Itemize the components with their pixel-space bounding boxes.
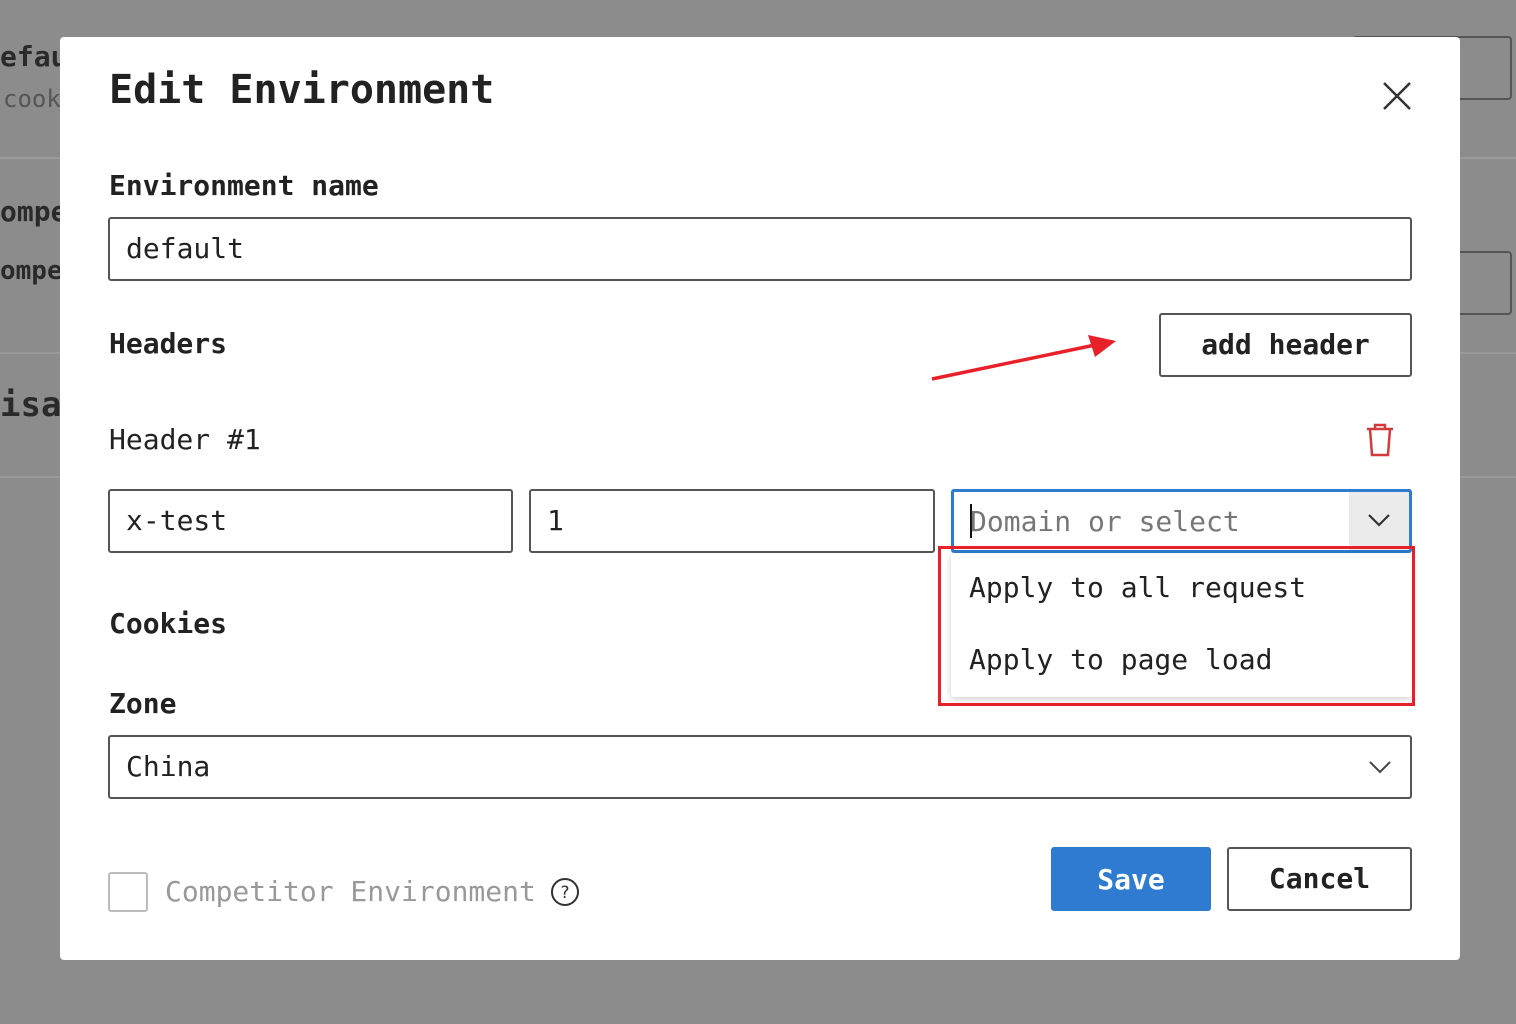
zone-value: China (126, 750, 211, 783)
save-button[interactable]: Save (1051, 847, 1211, 911)
domain-placeholder: Domain or select (970, 505, 1240, 538)
domain-select-input[interactable]: Domain or select (951, 489, 1412, 553)
dialog-title: Edit Environment (109, 67, 495, 113)
cancel-button[interactable]: Cancel (1227, 847, 1412, 911)
header-value-input[interactable]: 1 (529, 489, 935, 553)
trash-icon[interactable] (1365, 423, 1395, 457)
close-icon[interactable] (1380, 79, 1414, 113)
bg-text: efaul (0, 40, 60, 73)
chevron-down-icon (1368, 514, 1390, 527)
bg-text: cook (3, 85, 60, 113)
competitor-label: Competitor Environment (165, 875, 536, 908)
environment-name-input[interactable]: default (108, 217, 1412, 281)
bg-text: isab (0, 385, 60, 425)
header-title: Header #1 (109, 423, 261, 456)
add-header-button[interactable]: add header (1159, 313, 1412, 377)
environment-name-label: Environment name (109, 169, 379, 202)
chevron-down-icon (1369, 761, 1391, 774)
annotation-highlight-box (938, 546, 1415, 706)
edit-environment-dialog: Edit Environment Environment name defaul… (60, 37, 1460, 960)
annotation-arrow-icon (931, 335, 1116, 381)
headers-label: Headers (109, 327, 228, 360)
header-name-input[interactable]: x-test (108, 489, 513, 553)
competitor-checkbox[interactable] (108, 872, 148, 912)
bg-text: ompe (0, 195, 60, 228)
svg-text:?: ? (560, 883, 569, 903)
help-icon[interactable]: ? (550, 877, 580, 907)
zone-label: Zone (109, 687, 177, 720)
cookies-label: Cookies (109, 607, 228, 640)
dropdown-toggle[interactable] (1349, 492, 1409, 550)
zone-select[interactable]: China (108, 735, 1412, 799)
bg-text: ompet (0, 256, 60, 286)
